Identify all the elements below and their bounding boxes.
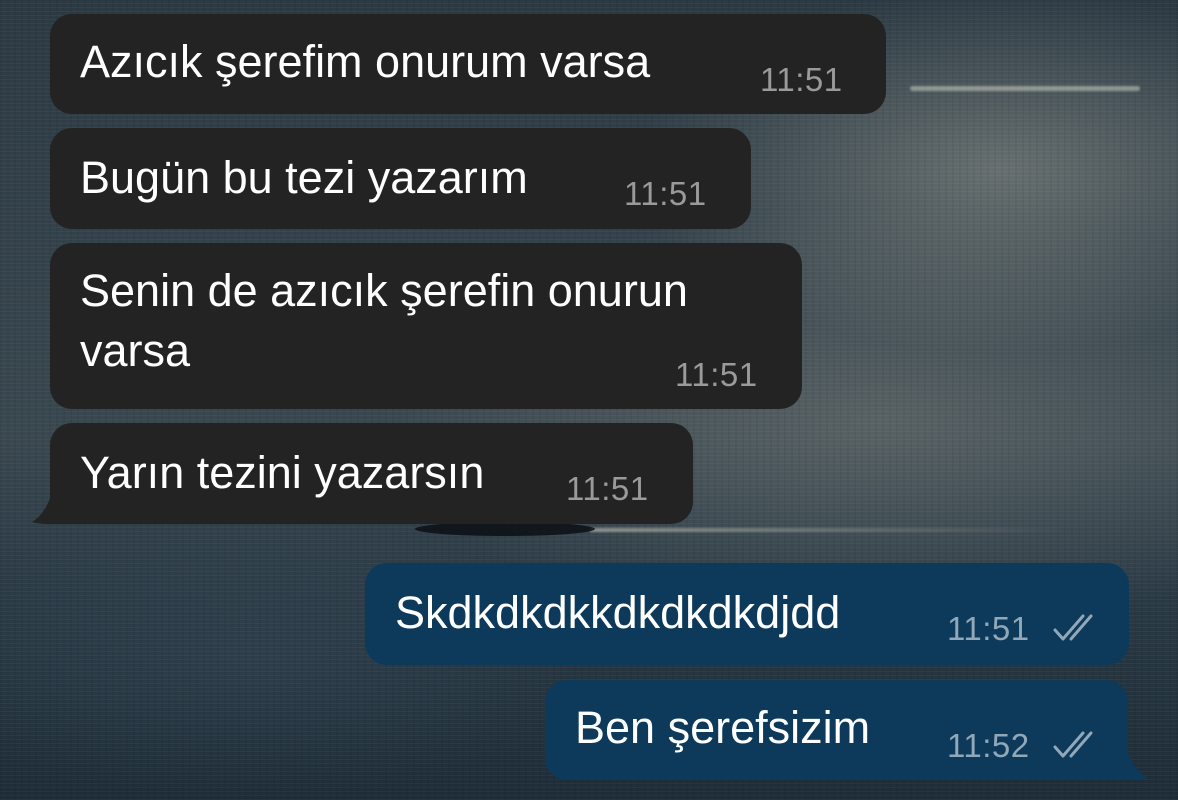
- double-check-icon: [1053, 731, 1093, 758]
- message-timestamp: 11:52: [947, 727, 1030, 764]
- message-timestamp: 11:51: [947, 610, 1030, 647]
- incoming-message-bubble[interactable]: Senin de azıcık şerefin onurun varsa 11:…: [50, 243, 802, 409]
- message-text: Ben şerefsizim: [575, 702, 871, 753]
- message-text: Bugün bu tezi yazarım: [80, 152, 528, 203]
- message-timestamp: 11:51: [675, 356, 758, 393]
- wallpaper-boat: [415, 522, 595, 536]
- message-text: Senin de azıcık şerefin onurun varsa: [80, 265, 688, 376]
- double-check-icon: [1053, 614, 1093, 641]
- wallpaper-wake: [590, 528, 1070, 532]
- message-timestamp: 11:51: [760, 61, 843, 98]
- incoming-message-bubble[interactable]: Bugün bu tezi yazarım 11:51: [50, 128, 751, 229]
- wallpaper-glint: [910, 86, 1140, 91]
- outgoing-message-bubble[interactable]: Skdkdkdkkdkdkdkdjdd 11:51: [365, 563, 1129, 665]
- outgoing-message-bubble[interactable]: Ben şerefsizim 11:52: [545, 680, 1128, 780]
- message-text: Azıcık şerefim onurum varsa: [80, 36, 651, 87]
- message-text: Skdkdkdkkdkdkdkdjdd: [395, 587, 841, 638]
- message-timestamp: 11:51: [566, 470, 649, 507]
- message-timestamp: 11:51: [624, 175, 707, 212]
- outgoing-bubble-tail: [1098, 720, 1148, 780]
- incoming-bubble-tail: [32, 470, 80, 524]
- message-text: Yarın tezini yazarsın: [80, 447, 485, 498]
- incoming-message-bubble[interactable]: Yarın tezini yazarsın 11:51: [50, 423, 693, 524]
- incoming-message-bubble[interactable]: Azıcık şerefim onurum varsa 11:51: [50, 14, 886, 114]
